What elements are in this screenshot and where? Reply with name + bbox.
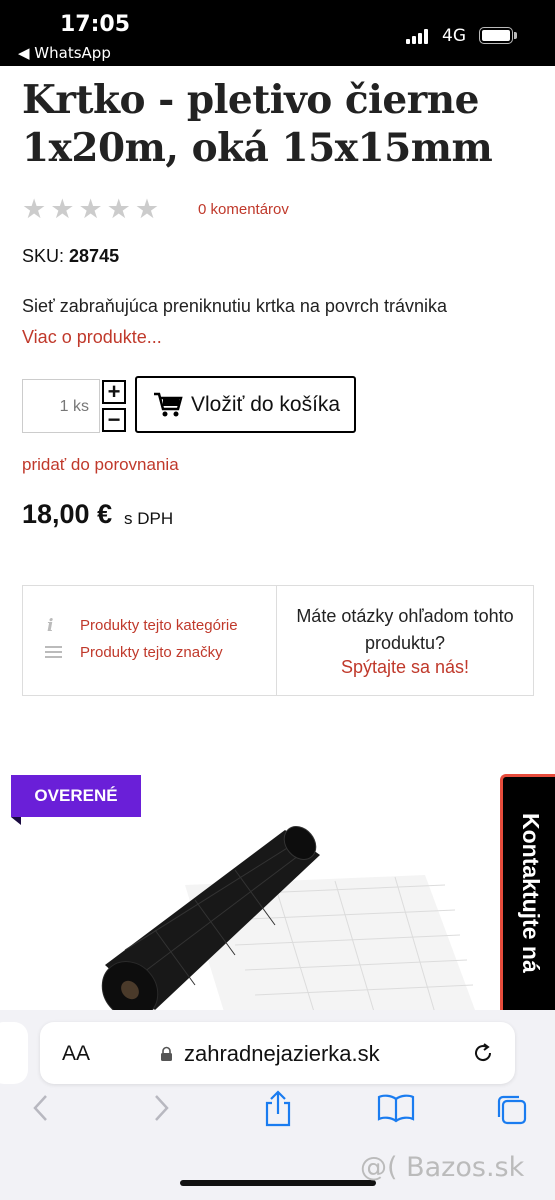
comments-link[interactable]: 0 komentárov <box>198 201 289 218</box>
more-about-product-link[interactable]: Viac o produkte... <box>22 327 162 348</box>
badge-fold <box>11 817 21 825</box>
rating-stars[interactable]: ★ ★ ★ ★ ★ <box>22 195 159 223</box>
star-icon[interactable]: ★ <box>78 195 102 223</box>
star-icon[interactable]: ★ <box>107 195 131 223</box>
url-text[interactable]: zahradnejazierka.sk <box>184 1041 380 1067</box>
product-image[interactable] <box>95 825 475 1015</box>
verified-badge: OVERENÉ <box>11 775 141 817</box>
star-icon[interactable]: ★ <box>22 195 46 223</box>
add-to-cart-button[interactable]: Vložiť do košíka <box>135 376 356 433</box>
back-to-app-link[interactable]: ◀ WhatsApp <box>18 44 111 62</box>
sku-label: SKU: <box>22 246 65 266</box>
quantity-decrease-button[interactable]: − <box>102 408 126 432</box>
ask-us-link[interactable]: Spýtajte sa nás! <box>276 657 534 678</box>
contact-us-tab[interactable]: Kontaktujte ná <box>500 774 555 1019</box>
add-to-cart-label: Vložiť do košíka <box>191 392 341 416</box>
info-icon: i <box>47 616 54 636</box>
tabs-icon[interactable] <box>495 1093 529 1127</box>
brand-products-link[interactable]: Produkty tejto značky <box>80 644 223 661</box>
bookmarks-icon[interactable] <box>377 1093 415 1123</box>
sku-value: 28745 <box>69 246 120 266</box>
product-info-box: i Produkty tejto kategórie Produkty tejt… <box>22 585 534 696</box>
previous-tab-preview[interactable] <box>0 1022 28 1084</box>
battery-tip <box>514 32 517 39</box>
share-icon[interactable] <box>262 1088 294 1128</box>
quantity-increase-button[interactable]: + <box>102 380 126 404</box>
contact-us-label: Kontaktujte ná <box>518 813 544 973</box>
star-icon[interactable]: ★ <box>135 195 159 223</box>
price-vat-label: s DPH <box>124 509 174 528</box>
watermark: @( Bazos.sk <box>360 1152 525 1183</box>
sku-row: SKU: 28745 <box>22 246 119 267</box>
signal-icon <box>406 28 432 44</box>
back-icon[interactable] <box>28 1093 54 1123</box>
add-to-compare-link[interactable]: pridať do porovnania <box>22 455 179 475</box>
lock-icon <box>161 1046 172 1061</box>
question-text: Máte otázky ohľadom tohto produktu? <box>296 606 514 653</box>
reader-settings-button[interactable]: AA <box>62 1042 90 1066</box>
home-indicator <box>180 1180 376 1186</box>
cart-icon <box>154 392 183 416</box>
product-title: Krtko - pletivo čierne 1x20m, oká 15x15m… <box>22 77 493 171</box>
battery-icon <box>479 27 513 44</box>
product-description: Sieť zabraňujúca preniknutiu krtka na po… <box>22 296 447 316</box>
status-time: 17:05 <box>60 12 131 37</box>
price: 18,00 € <box>22 499 113 529</box>
reload-icon[interactable] <box>471 1041 495 1065</box>
list-icon <box>45 646 62 659</box>
quantity-input[interactable]: 1 ks <box>22 379 100 433</box>
network-label: 4G <box>442 26 466 46</box>
category-products-link[interactable]: Produkty tejto kategórie <box>80 617 238 634</box>
forward-icon[interactable] <box>148 1093 174 1123</box>
address-bar[interactable]: AA zahradnejazierka.sk <box>40 1022 515 1084</box>
status-bar: 17:05 ◀ WhatsApp 4G <box>0 0 555 66</box>
star-icon[interactable]: ★ <box>50 195 74 223</box>
